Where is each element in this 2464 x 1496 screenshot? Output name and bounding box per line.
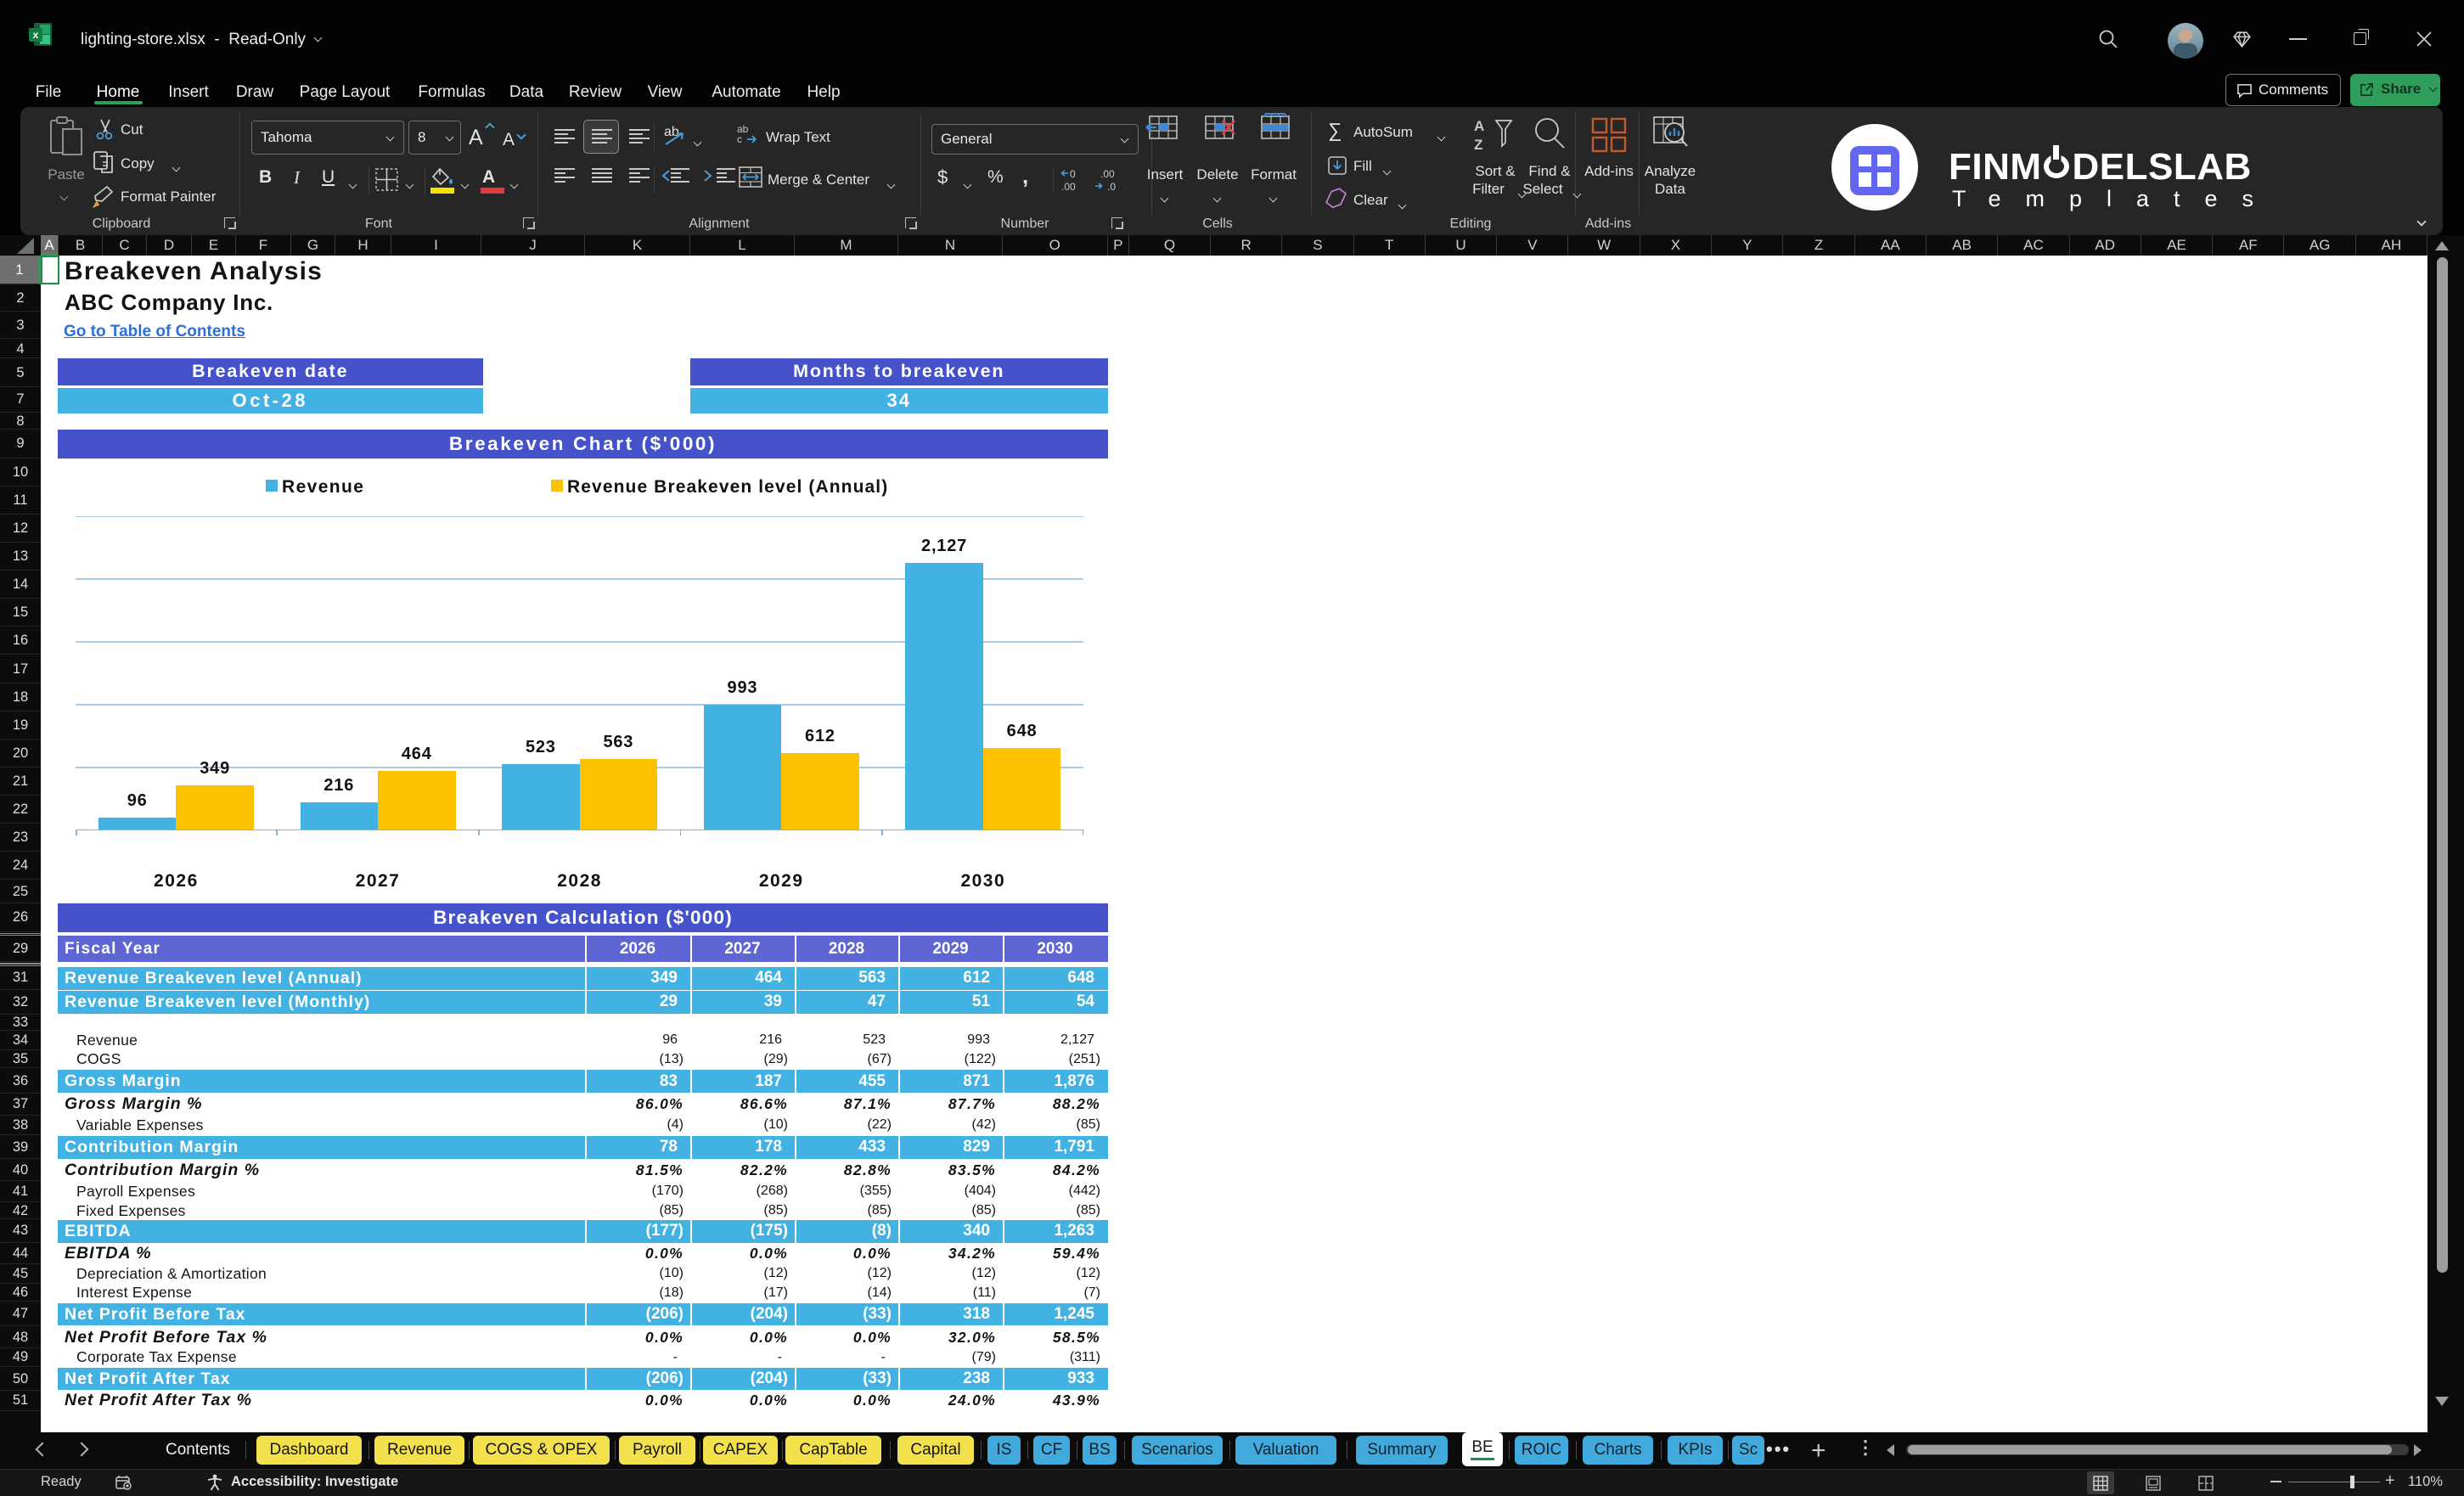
- svg-text:.00: .00: [1061, 181, 1076, 193]
- svg-text:.00: .00: [1100, 168, 1115, 180]
- svg-text:0: 0: [1070, 168, 1076, 180]
- svg-text:A: A: [1474, 118, 1484, 134]
- svg-text:Z: Z: [1474, 137, 1482, 153]
- svg-text:.0: .0: [1107, 181, 1116, 193]
- svg-text:c: c: [737, 133, 742, 145]
